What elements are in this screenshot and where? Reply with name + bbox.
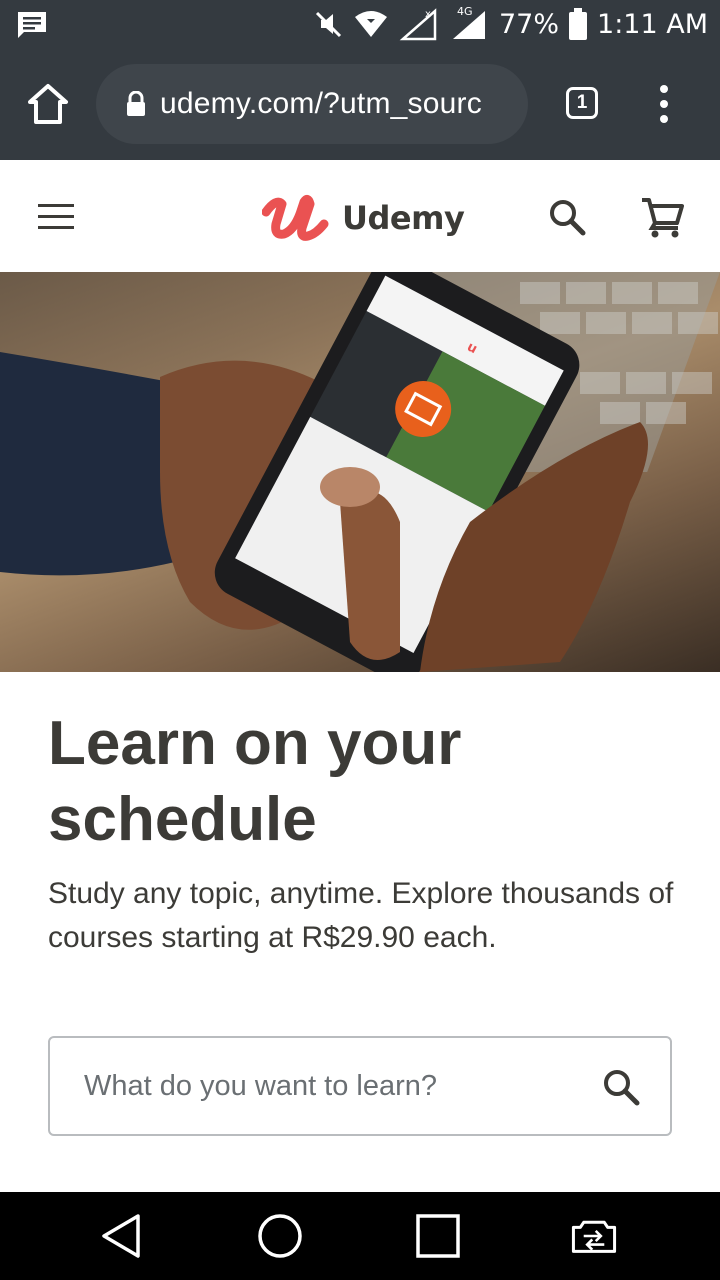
battery-percent: 77% [499,8,560,40]
search-icon[interactable] [548,198,586,236]
udemy-logo-mark [262,194,329,241]
recents-icon[interactable] [414,1212,462,1260]
udemy-logo[interactable]: Udemy [262,188,465,248]
browser-toolbar: udemy.com/?utm_sourc 1 [0,48,720,160]
course-search-box[interactable] [48,1036,672,1136]
signal-icon: x [399,8,437,41]
wifi-icon [355,11,387,37]
site-header: Udemy [0,160,720,272]
battery-icon [569,8,588,40]
tab-count: 1 [576,92,588,113]
hero-subtext: Study any topic, anytime. Explore thousa… [48,877,674,954]
address-bar[interactable]: udemy.com/?utm_sourc [96,64,528,144]
url-text[interactable]: udemy.com/?utm_sourc [160,87,482,121]
hero-headline: Learn on your schedule [48,709,462,854]
lock-icon [127,91,145,116]
back-icon[interactable] [98,1212,146,1260]
message-icon [18,12,46,38]
course-search-input[interactable] [82,1068,566,1104]
svg-text:x: x [425,9,431,20]
clock: 1:11 AM [597,8,708,40]
tabs-button[interactable]: 1 [566,87,598,119]
logo-text: Udemy [342,199,465,237]
more-icon[interactable] [654,84,674,124]
home-circle-icon[interactable] [256,1212,304,1260]
hero-image: u [0,272,720,672]
hero-illustration: u [0,272,720,672]
hamburger-icon[interactable] [38,204,74,230]
home-icon[interactable] [26,82,70,126]
cart-icon[interactable] [640,196,684,238]
screen-switch-icon[interactable] [570,1212,618,1260]
network-type-label: 4G [449,5,489,41]
status-bar: x 4G 77% 1:11 AM [0,0,720,48]
mute-icon [315,11,342,38]
search-submit-icon[interactable] [602,1068,640,1106]
system-nav-bar [0,1192,720,1280]
